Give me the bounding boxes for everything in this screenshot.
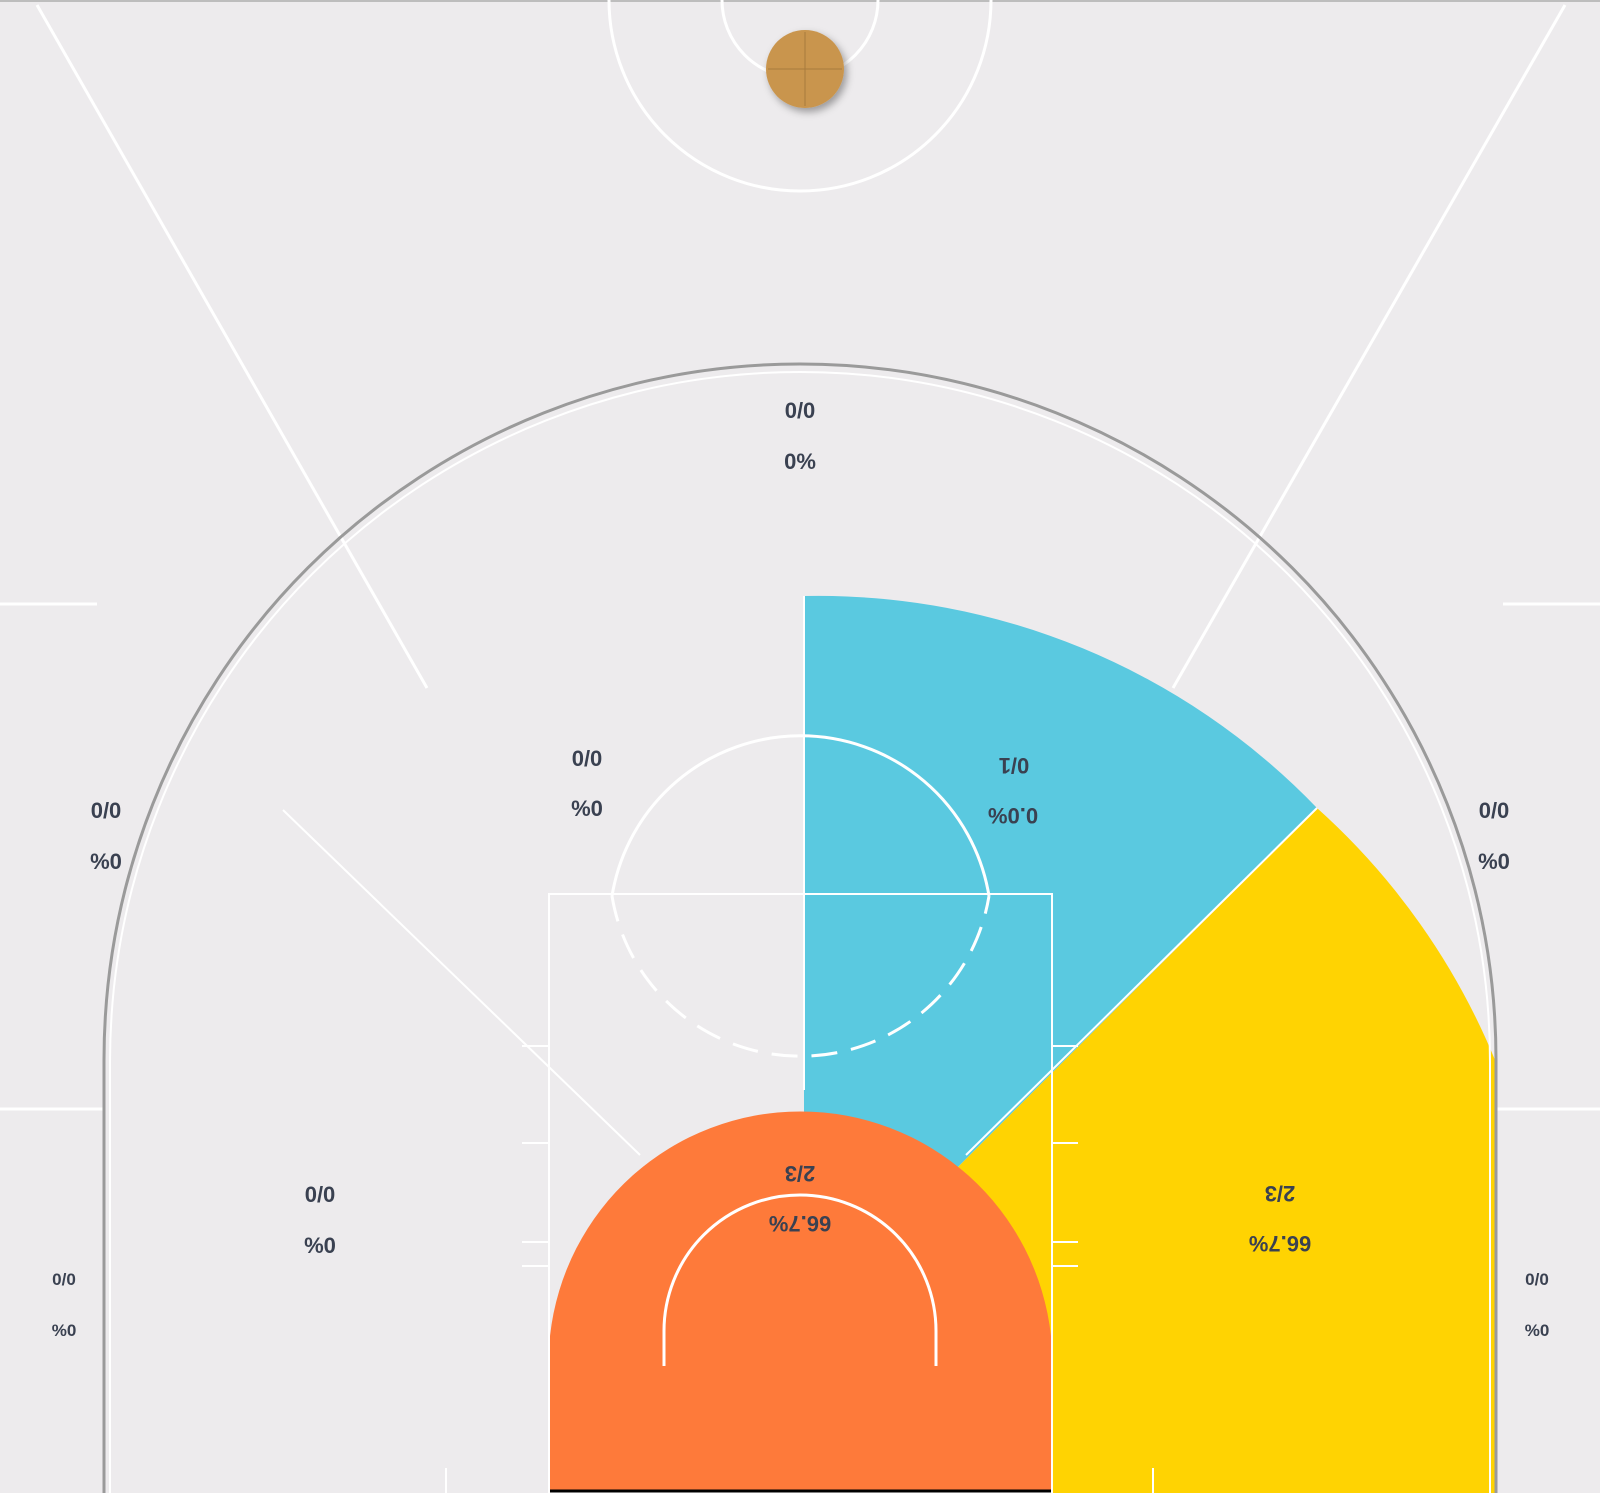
made-attempts-text: 2/3	[785, 1161, 816, 1186]
made-attempts-text: 0/0	[785, 398, 816, 423]
shot-chart-court: 0/0 0% 0/0 %0 0/0 %0 0/0 %0 0/0 %0 0/0 %…	[0, 0, 1600, 1493]
percent-text: 0.0%	[988, 803, 1038, 828]
basketball-icon	[766, 30, 844, 108]
made-attempts-text: 0/0	[572, 746, 603, 771]
percent-text: 0%	[784, 449, 816, 474]
percent-text: %0	[1525, 1321, 1550, 1340]
made-attempts-text: 0/0	[305, 1182, 336, 1207]
percent-text: %0	[52, 1321, 77, 1340]
made-attempts-text: 2/3	[1265, 1181, 1296, 1206]
made-attempts-text: 0/0	[1525, 1270, 1549, 1289]
percent-text: %0	[304, 1233, 336, 1258]
made-attempts-text: 0/1	[999, 753, 1030, 778]
made-attempts-text: 0/0	[1479, 798, 1510, 823]
percent-text: %0	[571, 796, 603, 821]
percent-text: %0	[1478, 849, 1510, 874]
made-attempts-text: 0/0	[91, 798, 122, 823]
percent-text: 66.7%	[1249, 1231, 1311, 1256]
percent-text: %0	[90, 849, 122, 874]
made-attempts-text: 0/0	[52, 1270, 76, 1289]
percent-text: 66.7%	[769, 1211, 831, 1236]
